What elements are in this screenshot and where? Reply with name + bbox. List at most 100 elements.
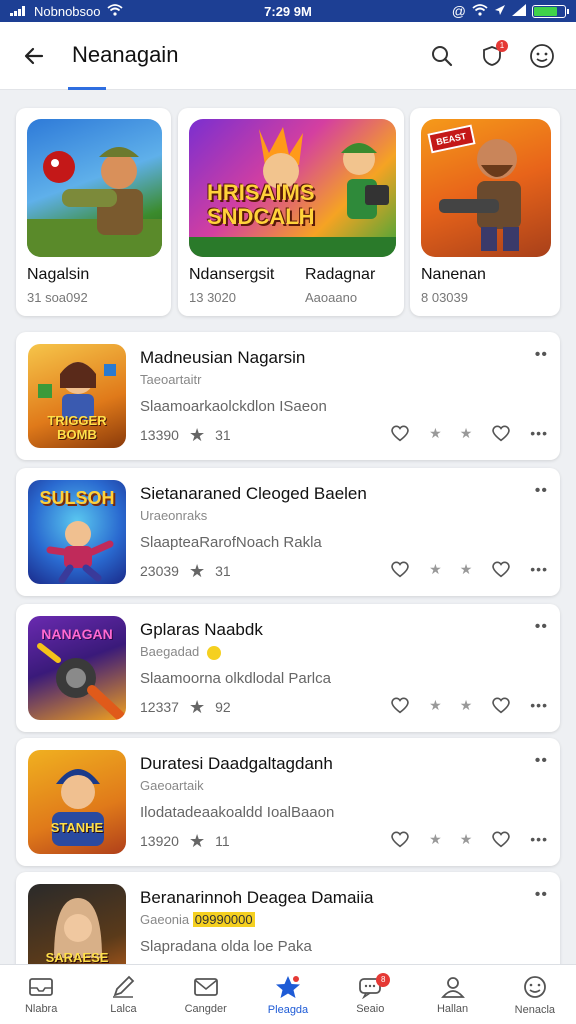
nav-item-mail[interactable]: Cangder [165,965,247,1024]
item-title: Madneusian Nagarsin [140,348,306,367]
item-stats: 23039 ★ 31 [140,562,231,580]
star-icon[interactable]: ★ [429,425,442,442]
nav-badge: 8 [376,973,391,987]
item-title: Sietanaraned Cleoged Baelen [140,484,367,503]
page-title: Neanagain [67,22,178,90]
item-category: Baegadad [140,644,221,660]
search-icon [432,45,453,66]
more-menu-button[interactable]: •• [535,346,548,364]
item-description: Slaamoorna olkdlodal Parlca [140,670,331,687]
item-description: Ilodatadeaakoaldd IoalBaaon [140,804,335,821]
wifi-icon [106,3,123,19]
inbox-icon [29,977,54,996]
search-button[interactable] [424,38,460,74]
more-horizontal-icon[interactable]: ••• [530,831,548,847]
nav-item-mood[interactable]: Nenacla [494,965,576,1024]
item-category: Gaeoartaik [140,778,204,793]
notifications-button[interactable]: 1 [474,38,510,74]
nav-label: Lalca [110,1002,137,1015]
featured-sub: 31 soa092 [27,290,88,305]
list-item[interactable]: STANHE Duratesi Daadgaltagdanh Gaeoartai… [16,738,560,866]
nav-item-inbox[interactable]: Nlabra [0,965,82,1024]
smiley-icon [523,975,546,998]
star-icon[interactable]: ★ [429,561,442,578]
heart-icon[interactable] [389,694,411,716]
heart-icon[interactable] [389,422,411,444]
nav-label: Cangder [184,1002,227,1015]
list-item[interactable]: TRIGGER BOMB Madneusian Nagarsin Taeoart… [16,332,560,460]
nav-item-chat[interactable]: 8 Seaio [329,965,411,1024]
nav-item-favorites[interactable]: Pleagda [247,965,329,1024]
item-rating: 11 [215,833,230,849]
featured-name: Ndansergsit [189,266,275,283]
item-count: 13390 [140,427,179,443]
nav-label: Nlabra [24,1002,58,1015]
featured-art-title: HRISAIMS SNDCALH [207,180,315,229]
at-icon: @ [451,3,466,19]
heart-icon[interactable] [490,828,512,850]
heart-icon[interactable] [490,694,512,716]
heart-icon[interactable] [490,558,512,580]
item-stats: 12337 ★ 92 [140,698,231,716]
featured-card[interactable]: HRISAIMS SNDCALH Ndansergsit Radagnar 13… [178,108,404,316]
featured-card[interactable]: Nagalsin 31 soa092 [16,108,171,316]
game-thumbnail: SULSOH [28,480,126,584]
more-horizontal-icon[interactable]: ••• [530,697,548,713]
more-menu-button[interactable]: •• [535,482,548,500]
profile-button[interactable] [524,38,560,74]
item-category: Gaeonia 09990000 [140,912,255,927]
nav-item-profile[interactable]: Hallan [411,965,493,1024]
wifi-icon [472,3,488,19]
list-item[interactable]: SULSOH Sietanaraned Cleoged Baelen Uraeo… [16,468,560,596]
item-rating: 31 [215,427,231,443]
item-rating: 31 [215,563,231,579]
heart-icon[interactable] [389,558,411,580]
more-menu-button[interactable]: •• [535,752,548,770]
more-horizontal-icon[interactable]: ••• [530,425,548,441]
item-category-highlight: 09990000 [192,912,255,927]
featured-card[interactable]: BEAST Nanenan 8 03039 [410,108,560,316]
star-icon: ★ [188,425,206,445]
item-description: Slaamoarkaolckdlon ISaeon [140,398,327,415]
star-icon: ★ [188,561,206,581]
header-actions: 1 [424,38,560,74]
item-description: SlaapteaRarofNoach Rakla [140,534,322,551]
featured-sub: 13 3020 [189,290,236,305]
item-actions: ★ ★ ••• [389,694,548,716]
star-icon: ★ [188,697,206,717]
nav-label: Nenacla [514,1003,555,1016]
carrier-group: Nobnobsoo [10,4,123,19]
star-icon[interactable]: ★ [460,831,473,848]
status-bar: Nobnobsoo 7:29 9M @ [0,0,576,22]
star-icon[interactable]: ★ [429,831,442,848]
more-menu-button[interactable]: •• [535,618,548,636]
item-stats: 13920 ★ 11 [140,832,230,850]
featured-sub-secondary: Aaoaano [305,290,358,305]
star-icon: ★ [188,831,206,851]
more-horizontal-icon[interactable]: ••• [530,561,548,577]
star-icon[interactable]: ★ [460,561,473,578]
heart-icon[interactable] [490,422,512,444]
item-description: Slapradana olda loe Paka [140,938,312,955]
nav-label: Seaio [356,1002,385,1015]
item-actions: ★ ★ ••• [389,828,548,850]
heart-icon[interactable] [389,828,411,850]
item-category: Uraeonraks [140,508,208,523]
smiley-icon [530,43,554,68]
list-item[interactable]: NANAGAN Gplaras Naabdk Baegadad Slaamoor… [16,604,560,732]
more-menu-button[interactable]: •• [535,886,548,904]
back-button[interactable] [14,36,54,76]
item-count: 12337 [140,699,179,715]
star-icon[interactable]: ★ [460,425,473,442]
item-title: Duratesi Daadgaltagdanh [140,754,333,773]
item-title: Beranarinnoh Deagea Damaiia [140,888,374,907]
coin-icon [206,645,221,660]
mail-icon [193,977,218,996]
star-icon[interactable]: ★ [460,697,473,714]
notification-badge: 1 [496,39,508,52]
nav-item-write[interactable]: Lalca [82,965,164,1024]
thumbnail-title: TRIGGER BOMB [47,413,107,442]
star-icon[interactable]: ★ [429,697,442,714]
star-icon [275,975,300,998]
person-icon [440,976,465,998]
